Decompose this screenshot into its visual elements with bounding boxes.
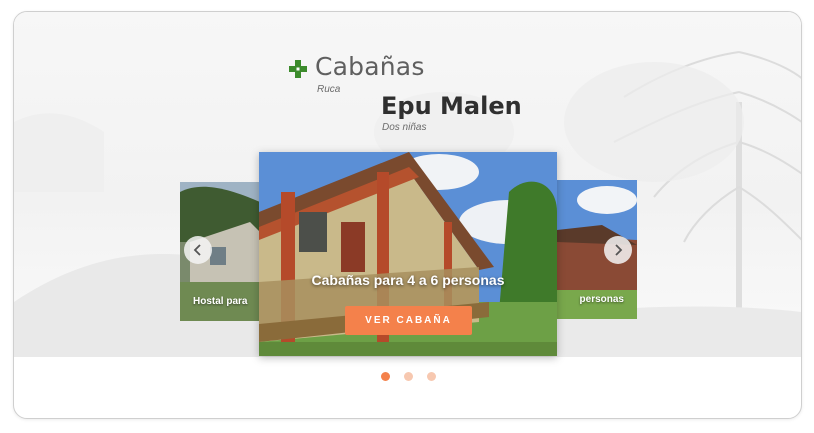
carousel-prev-button[interactable] [184, 236, 212, 264]
carousel-pagination [381, 370, 441, 382]
carousel-slide-active[interactable]: Cabañas para 4 a 6 personas VER CABAÑA [259, 152, 557, 356]
slide-caption-next: personas [579, 294, 624, 305]
carousel-next-button[interactable] [604, 236, 632, 264]
brand-title: Cabañas [315, 52, 425, 81]
green-cross-icon [289, 60, 307, 78]
brand-logo[interactable]: Cabañas Ruca Epu Malen Dos niñas [289, 52, 559, 134]
chevron-left-icon [193, 244, 201, 256]
view-cabin-button[interactable]: VER CABAÑA [345, 306, 472, 335]
page-frame: Cabañas Ruca Epu Malen Dos niñas Hostal … [13, 11, 802, 419]
pagination-dot-1[interactable] [381, 371, 390, 381]
pagination-dot-3[interactable] [427, 371, 436, 381]
brand-title-epu-malen: Epu Malen [381, 92, 522, 120]
brand-subtitle-ruca: Ruca [317, 84, 341, 95]
chevron-right-icon [615, 244, 623, 256]
brand-subtitle-dos-ninas: Dos niñas [382, 122, 427, 133]
pagination-dot-2[interactable] [404, 371, 413, 381]
slide-caption-active: Cabañas para 4 a 6 personas [311, 272, 505, 288]
slide-caption-prev: Hostal para [193, 296, 248, 307]
